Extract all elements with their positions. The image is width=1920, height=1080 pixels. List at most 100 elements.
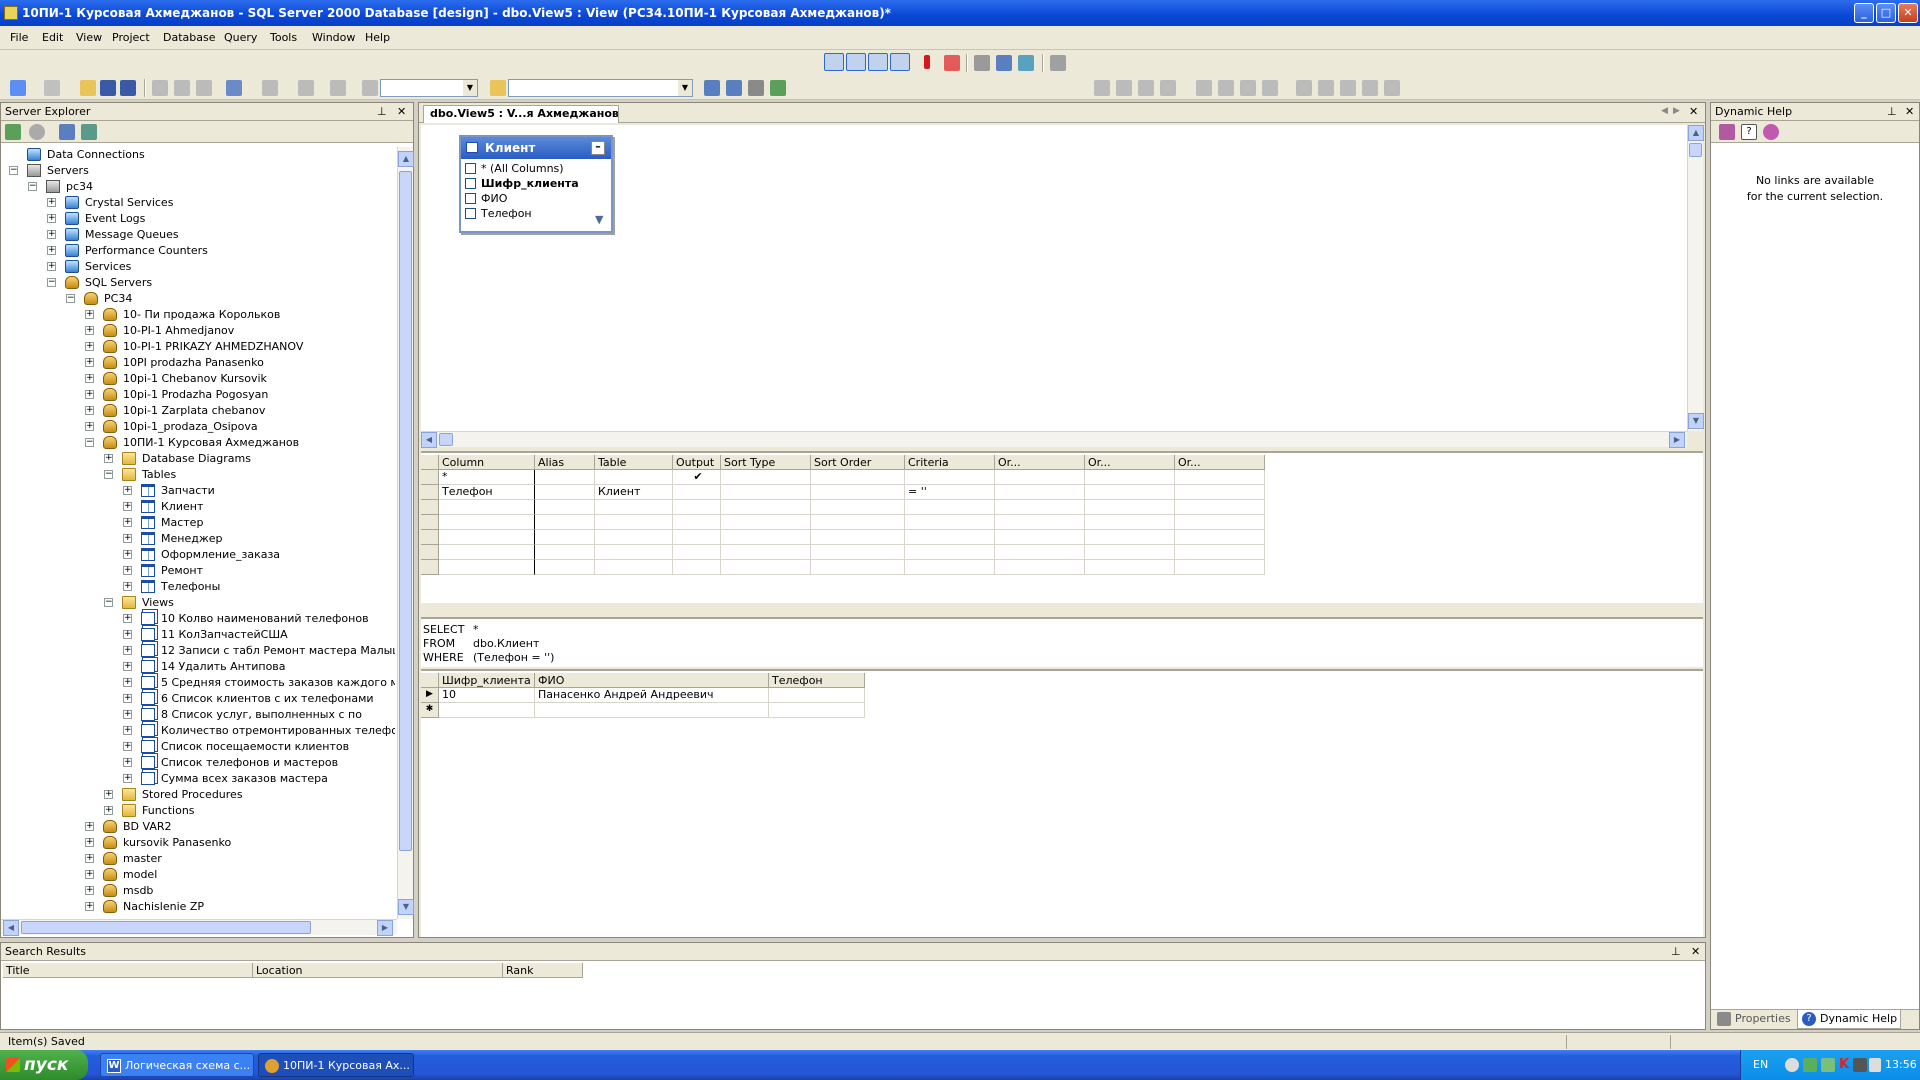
- tree-node[interactable]: + Список телефонов и мастеров: [1, 755, 395, 771]
- criteria-cell[interactable]: [995, 500, 1085, 515]
- sort-descending-icon[interactable]: [1018, 55, 1034, 71]
- criteria-column-header[interactable]: Column: [439, 455, 535, 470]
- continue-icon[interactable]: [1196, 80, 1212, 96]
- results-cell[interactable]: 10: [439, 688, 535, 703]
- diagram-vertical-scrollbar[interactable]: ▲ ▼: [1687, 125, 1704, 431]
- criteria-cell[interactable]: [595, 515, 673, 530]
- criteria-cell[interactable]: [905, 560, 995, 575]
- run-icon[interactable]: [924, 55, 930, 69]
- expand-icon[interactable]: +: [123, 534, 132, 543]
- redo-icon[interactable]: [262, 80, 278, 96]
- expand-icon[interactable]: +: [123, 518, 132, 527]
- close-document-icon[interactable]: ✕: [1689, 105, 1698, 118]
- expand-icon[interactable]: +: [47, 262, 56, 271]
- criteria-column-header[interactable]: Criteria: [905, 455, 995, 470]
- stop-icon[interactable]: [1218, 80, 1234, 96]
- tree-node[interactable]: Data Connections: [1, 147, 395, 163]
- tree-node[interactable]: +11 КолЗапчастейСША: [1, 627, 395, 643]
- criteria-cell[interactable]: [1085, 485, 1175, 500]
- next-record-icon[interactable]: [1340, 80, 1356, 96]
- expand-icon[interactable]: +: [123, 726, 132, 735]
- scroll-left-icon[interactable]: ◀: [421, 432, 437, 448]
- tree-node[interactable]: + kursovik Panasenko: [1, 835, 395, 851]
- refresh-icon[interactable]: [5, 124, 21, 140]
- criteria-cell[interactable]: [905, 470, 995, 485]
- menu-view[interactable]: View: [76, 31, 102, 44]
- expand-icon[interactable]: +: [123, 614, 132, 623]
- menu-file[interactable]: File: [10, 31, 28, 44]
- expand-icon[interactable]: +: [123, 566, 132, 575]
- tree-node[interactable]: + Ремонт: [1, 563, 395, 579]
- criteria-cell[interactable]: [811, 500, 905, 515]
- criteria-column-header[interactable]: Alias: [535, 455, 595, 470]
- tree-node[interactable]: +10pi-1 Chebanov Kursovik: [1, 371, 395, 387]
- expand-icon[interactable]: +: [85, 374, 94, 383]
- criteria-cell[interactable]: [721, 530, 811, 545]
- pin-icon[interactable]: ⊥: [377, 103, 387, 121]
- toolbox-icon[interactable]: [748, 80, 764, 96]
- criteria-cell[interactable]: [673, 560, 721, 575]
- close-icon[interactable]: ✕: [1905, 103, 1914, 121]
- expand-icon[interactable]: +: [123, 502, 132, 511]
- tree-node[interactable]: + Crystal Services: [1, 195, 395, 211]
- tree-node[interactable]: + Количество отремонтированных телефонов …: [1, 723, 395, 739]
- criteria-cell[interactable]: Телефон: [439, 485, 535, 500]
- collapse-icon[interactable]: −: [28, 182, 37, 191]
- criteria-cell[interactable]: [535, 530, 595, 545]
- expand-icon[interactable]: +: [123, 646, 132, 655]
- menu-edit[interactable]: Edit: [42, 31, 63, 44]
- tree-node[interactable]: +10pi-1_prodaza_Osipova: [1, 419, 395, 435]
- tree-node[interactable]: − Servers: [1, 163, 395, 179]
- expand-icon[interactable]: +: [123, 662, 132, 671]
- tree-node[interactable]: + Event Logs: [1, 211, 395, 227]
- tree-node[interactable]: + Database Diagrams: [1, 451, 395, 467]
- criteria-cell[interactable]: [595, 530, 673, 545]
- criteria-cell[interactable]: [721, 560, 811, 575]
- stop-icon[interactable]: [29, 124, 45, 140]
- expand-icon[interactable]: +: [123, 742, 132, 751]
- results-cell[interactable]: [769, 703, 865, 718]
- criteria-cell[interactable]: [1175, 485, 1265, 500]
- expand-icon[interactable]: +: [85, 902, 94, 911]
- criteria-cell[interactable]: [995, 545, 1085, 560]
- criteria-cell[interactable]: [1085, 545, 1175, 560]
- table-column-row[interactable]: ФИО: [463, 191, 609, 206]
- scroll-down-icon[interactable]: ▼: [398, 899, 414, 915]
- criteria-cell[interactable]: Клиент: [595, 485, 673, 500]
- criteria-cell[interactable]: [673, 500, 721, 515]
- expand-icon[interactable]: +: [123, 678, 132, 687]
- criteria-cell[interactable]: [535, 560, 595, 575]
- criteria-cell[interactable]: [439, 515, 535, 530]
- expand-icon[interactable]: +: [85, 854, 94, 863]
- expand-icon[interactable]: +: [85, 406, 94, 415]
- tab-properties[interactable]: Properties: [1713, 1010, 1795, 1028]
- criteria-cell[interactable]: [811, 485, 905, 500]
- criteria-cell[interactable]: [1085, 470, 1175, 485]
- sort-ascending-icon[interactable]: [996, 55, 1012, 71]
- scroll-thumb[interactable]: [1689, 143, 1702, 157]
- collapse-icon[interactable]: −: [47, 278, 56, 287]
- criteria-cell[interactable]: [721, 515, 811, 530]
- criteria-cell[interactable]: [721, 485, 811, 500]
- task-word-document[interactable]: W Логическая схема с...: [100, 1053, 254, 1077]
- tree-node[interactable]: + BD VAR2: [1, 819, 395, 835]
- criteria-cell[interactable]: [595, 470, 673, 485]
- debug-icon-3[interactable]: [1138, 80, 1154, 96]
- tree-node[interactable]: − Views: [1, 595, 395, 611]
- criteria-cell[interactable]: [811, 530, 905, 545]
- tree-node[interactable]: + Оформление_заказа: [1, 547, 395, 563]
- tab-dynamic-help[interactable]: ? Dynamic Help: [1797, 1010, 1901, 1029]
- clock[interactable]: 13:56: [1885, 1058, 1917, 1071]
- criteria-cell[interactable]: [995, 485, 1085, 500]
- tree-node[interactable]: − 10ПИ-1 Курсовая Ахмеджанов: [1, 435, 395, 451]
- solution-explorer-icon[interactable]: [704, 80, 720, 96]
- criteria-cell[interactable]: [673, 545, 721, 560]
- criteria-row-selector[interactable]: [421, 500, 439, 515]
- criteria-row-selector[interactable]: [421, 485, 439, 500]
- expand-icon[interactable]: +: [85, 358, 94, 367]
- cut-icon[interactable]: [152, 80, 168, 96]
- current-row-marker[interactable]: ▶: [421, 688, 439, 703]
- tree-node[interactable]: +14 Удалить Антипова: [1, 659, 395, 675]
- tree-node[interactable]: +10-PI-1 Ahmedjanov: [1, 323, 395, 339]
- navigate-back-icon[interactable]: [298, 80, 314, 96]
